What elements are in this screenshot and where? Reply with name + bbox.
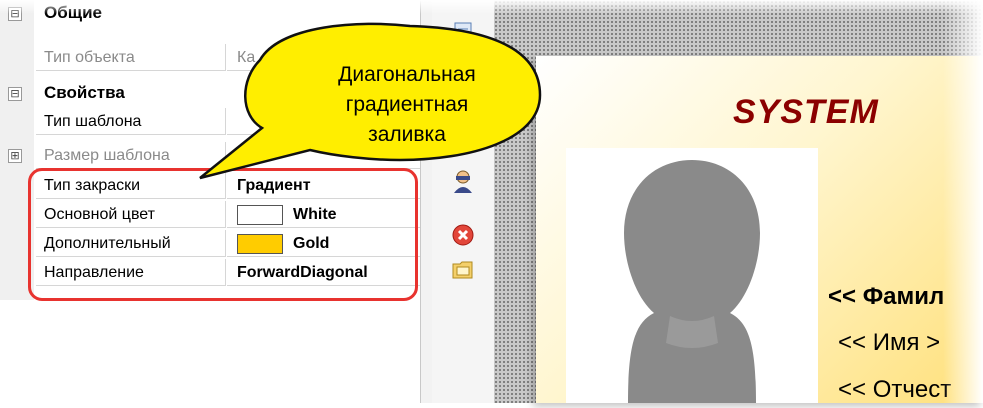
callout-line: градиентная [345,93,469,116]
callout-text: Диагональная градиентная заливка [282,60,532,150]
top-fade [0,0,983,14]
callout-line: Диагональная [338,63,476,86]
callout-line: заливка [368,123,446,146]
